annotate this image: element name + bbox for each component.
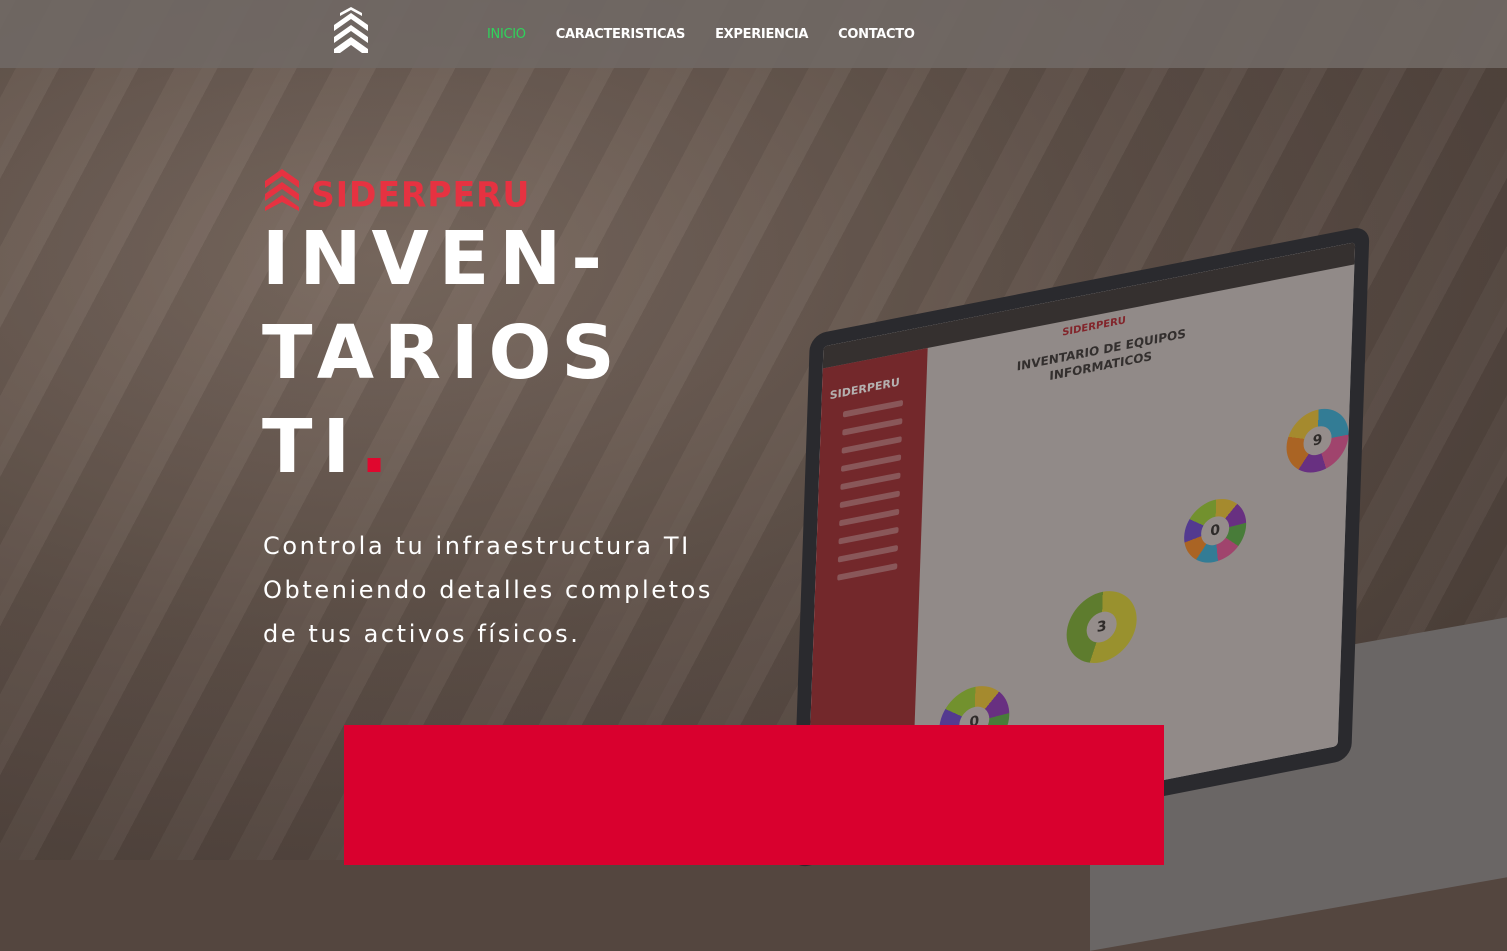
headline-line: INVEN- (262, 216, 612, 302)
hero-logo: SIDERPERU (263, 163, 531, 215)
hero-headline: INVEN- TARIOS TI. (262, 212, 625, 494)
headline-line: TI (262, 404, 361, 490)
brand-name: SIDERPERU (311, 174, 531, 215)
subtext-line: Obteniendo detalles completos (263, 576, 713, 604)
chevron-stack-icon (265, 169, 299, 211)
headline-line: TARIOS (262, 310, 625, 396)
headline-line-last: TI. (262, 400, 625, 494)
hero-subtext: Controla tu infraestructura TI Obteniend… (263, 524, 783, 656)
chevron-stack-icon[interactable] (332, 7, 370, 53)
nav-link-inicio[interactable]: INICIO (487, 27, 526, 42)
top-navbar: INICIO CARACTERISTICAS EXPERIENCIA CONTA… (0, 0, 1507, 68)
subtext-line: de tus activos físicos. (263, 620, 581, 648)
main-nav: INICIO CARACTERISTICAS EXPERIENCIA CONTA… (487, 0, 915, 68)
subtext-line: Controla tu infraestructura TI (263, 532, 691, 560)
red-accent-block (344, 725, 1164, 865)
nav-link-caracteristicas[interactable]: CARACTERISTICAS (556, 27, 686, 42)
nav-link-experiencia[interactable]: EXPERIENCIA (715, 27, 808, 42)
headline-dot: . (360, 404, 399, 490)
nav-link-contacto[interactable]: CONTACTO (838, 27, 915, 42)
